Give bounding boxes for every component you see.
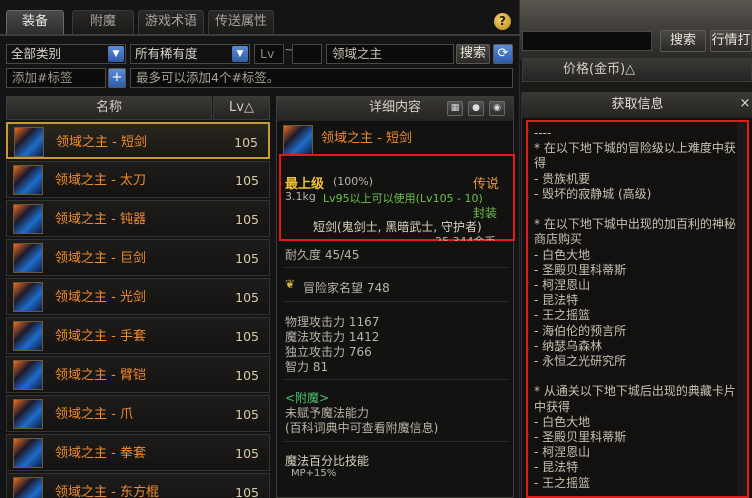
item-level: 105 [235,446,259,461]
item-list: 领域之主 - 短剑 105 领域之主 - 太刀 105 领域之主 - 钝器 10… [6,122,270,498]
fame-label: 冒险家名望 748 [303,281,390,295]
list-item[interactable]: 领域之主 - 爪 105 [6,395,270,432]
item-name: 领域之主 - 短剑 [56,135,147,150]
chevron-down-icon: ▼ [108,46,124,62]
item-level: 105 [235,251,259,266]
tab-divider [0,34,520,36]
divider [283,379,509,380]
add-tag-icon[interactable]: + [108,68,126,88]
list-item[interactable]: 领域之主 - 短剑 105 [6,122,270,159]
item-name: 领域之主 - 光剑 [55,290,146,305]
grade-percent: (100%) [333,175,374,188]
item-level: 105 [235,368,259,383]
compare-icon[interactable]: ▦ [447,101,463,116]
info-header: 获取信息 [522,92,752,118]
tag-input[interactable]: 添加#标签 [6,68,106,88]
list-item[interactable]: 领域之主 - 臂铠 105 [6,356,270,393]
help-icon[interactable]: ? [494,13,511,30]
tag-hint: 最多可以添加4个#标签。 [130,68,513,88]
item-level: 105 [235,290,259,305]
list-item[interactable]: 领域之主 - 钝器 105 [6,200,270,237]
tab-game-terms[interactable]: 游戏术语 [138,10,204,34]
item-name: 领域之主 - 臂铠 [55,368,146,383]
price-label: 25,344金币 [435,233,496,241]
background-search-field[interactable] [522,31,652,51]
skill-title: 魔法百分比技能 [285,454,370,468]
tab-equipment[interactable]: 装备 [6,10,64,34]
price-column-header[interactable]: 价格(金币)△ [522,58,752,82]
tab-enchant[interactable]: 附魔 [72,10,134,34]
item-name: 领域之主 - 手套 [55,329,146,344]
weight-label: 3.1kg [285,190,316,203]
item-level: 105 [234,135,258,150]
katana-icon [13,165,43,195]
durability-label: 耐久度 45/45 [285,248,360,262]
list-item[interactable]: 领域之主 - 太刀 105 [6,161,270,198]
item-level: 105 [235,407,259,422]
info-scrollbar[interactable] [737,122,747,496]
detail-item-title: 领域之主 - 短剑 [321,131,412,146]
item-level: 105 [235,212,259,227]
acquisition-info-panel: 获取信息 × ---- * 在以下地下城的冒险级以上难度中获得 - 贵族机要 -… [521,92,752,498]
background-search-button[interactable]: 搜索 [660,30,706,52]
item-sword-icon [283,125,313,155]
refresh-icon[interactable]: ⟳ [493,44,513,64]
claw-icon [13,399,43,429]
detail-panel: 详细内容 ▦ ● ◉ 领域之主 - 短剑 最上级 (100%) 传说 3.1kg… [276,96,515,498]
item-level: 105 [235,485,259,498]
chevron-down-icon: ▼ [232,46,248,62]
category-value: 全部类别 [11,46,62,61]
lv-column-header[interactable]: Lv△ [213,96,270,120]
divider [283,441,509,442]
list-item[interactable]: 领域之主 - 光剑 105 [6,278,270,315]
eye-icon[interactable]: ◉ [489,101,505,116]
enchant-hint: (百科词典中可查看附魔信息) [285,421,439,435]
settings-icon[interactable]: ● [468,101,484,116]
lv-range-tilde: ~ [284,43,294,56]
divider [283,301,509,302]
price-info-button[interactable]: 行情打 [710,30,752,52]
skill-line: MP+15% [291,468,337,479]
search-button[interactable]: 搜索 [456,44,490,64]
rarity-select[interactable]: 所有稀有度 ▼ [130,44,250,64]
list-item[interactable]: 领域之主 - 手套 105 [6,317,270,354]
close-icon[interactable]: × [738,97,752,111]
item-name: 领域之主 - 太刀 [55,173,146,188]
name-column-header[interactable]: 名称 [6,96,212,120]
lv-min-input[interactable]: Lv [254,44,284,64]
lv-max-input[interactable] [292,44,322,64]
item-level: 105 [235,173,259,188]
info-content-box[interactable]: ---- * 在以下地下城的冒险级以上难度中获得 - 贵族机要 - 毁坏的寂静城… [526,120,749,498]
list-item[interactable]: 领域之主 - 巨剑 105 [6,239,270,276]
item-name: 领域之主 - 巨剑 [55,251,146,266]
search-input[interactable]: 领域之主 [326,44,454,64]
sword-icon [14,127,44,157]
arm-guard-icon [13,360,43,390]
item-level: 105 [235,329,259,344]
level-requirement: Lv95以上可以使用(Lv105 - 10) [323,192,483,205]
greatsword-icon [13,243,43,273]
gauntlet-icon [13,321,43,351]
info-text: ---- * 在以下地下城的冒险级以上难度中获得 - 贵族机要 - 毁坏的寂静城… [534,126,736,490]
item-name: 领域之主 - 拳套 [55,446,146,461]
item-name: 领域之主 - 爪 [55,407,133,422]
item-name: 领域之主 - 东方棍 [55,485,159,498]
category-select[interactable]: 全部类别 ▼ [6,44,126,64]
auction-panel: 装备 附魔 游戏术语 传送属性 ? 全部类别 ▼ 所有稀有度 ▼ Lv ~ 领域… [0,0,520,498]
list-item[interactable]: 领域之主 - 拳套 105 [6,434,270,471]
tab-teleport-attributes[interactable]: 传送属性 [208,10,274,34]
intelligence-stat: 智力 81 [285,360,329,374]
item-name: 领域之主 - 钝器 [55,212,146,227]
rarity-value: 所有稀有度 [135,46,198,61]
knuckle-icon [13,438,43,468]
list-item[interactable]: 领域之主 - 东方棍 105 [6,473,270,498]
staff-icon [13,477,43,498]
divider [283,267,509,268]
fame-icon: ❦ [285,277,296,291]
club-icon [13,204,43,234]
lightsaber-icon [13,282,43,312]
